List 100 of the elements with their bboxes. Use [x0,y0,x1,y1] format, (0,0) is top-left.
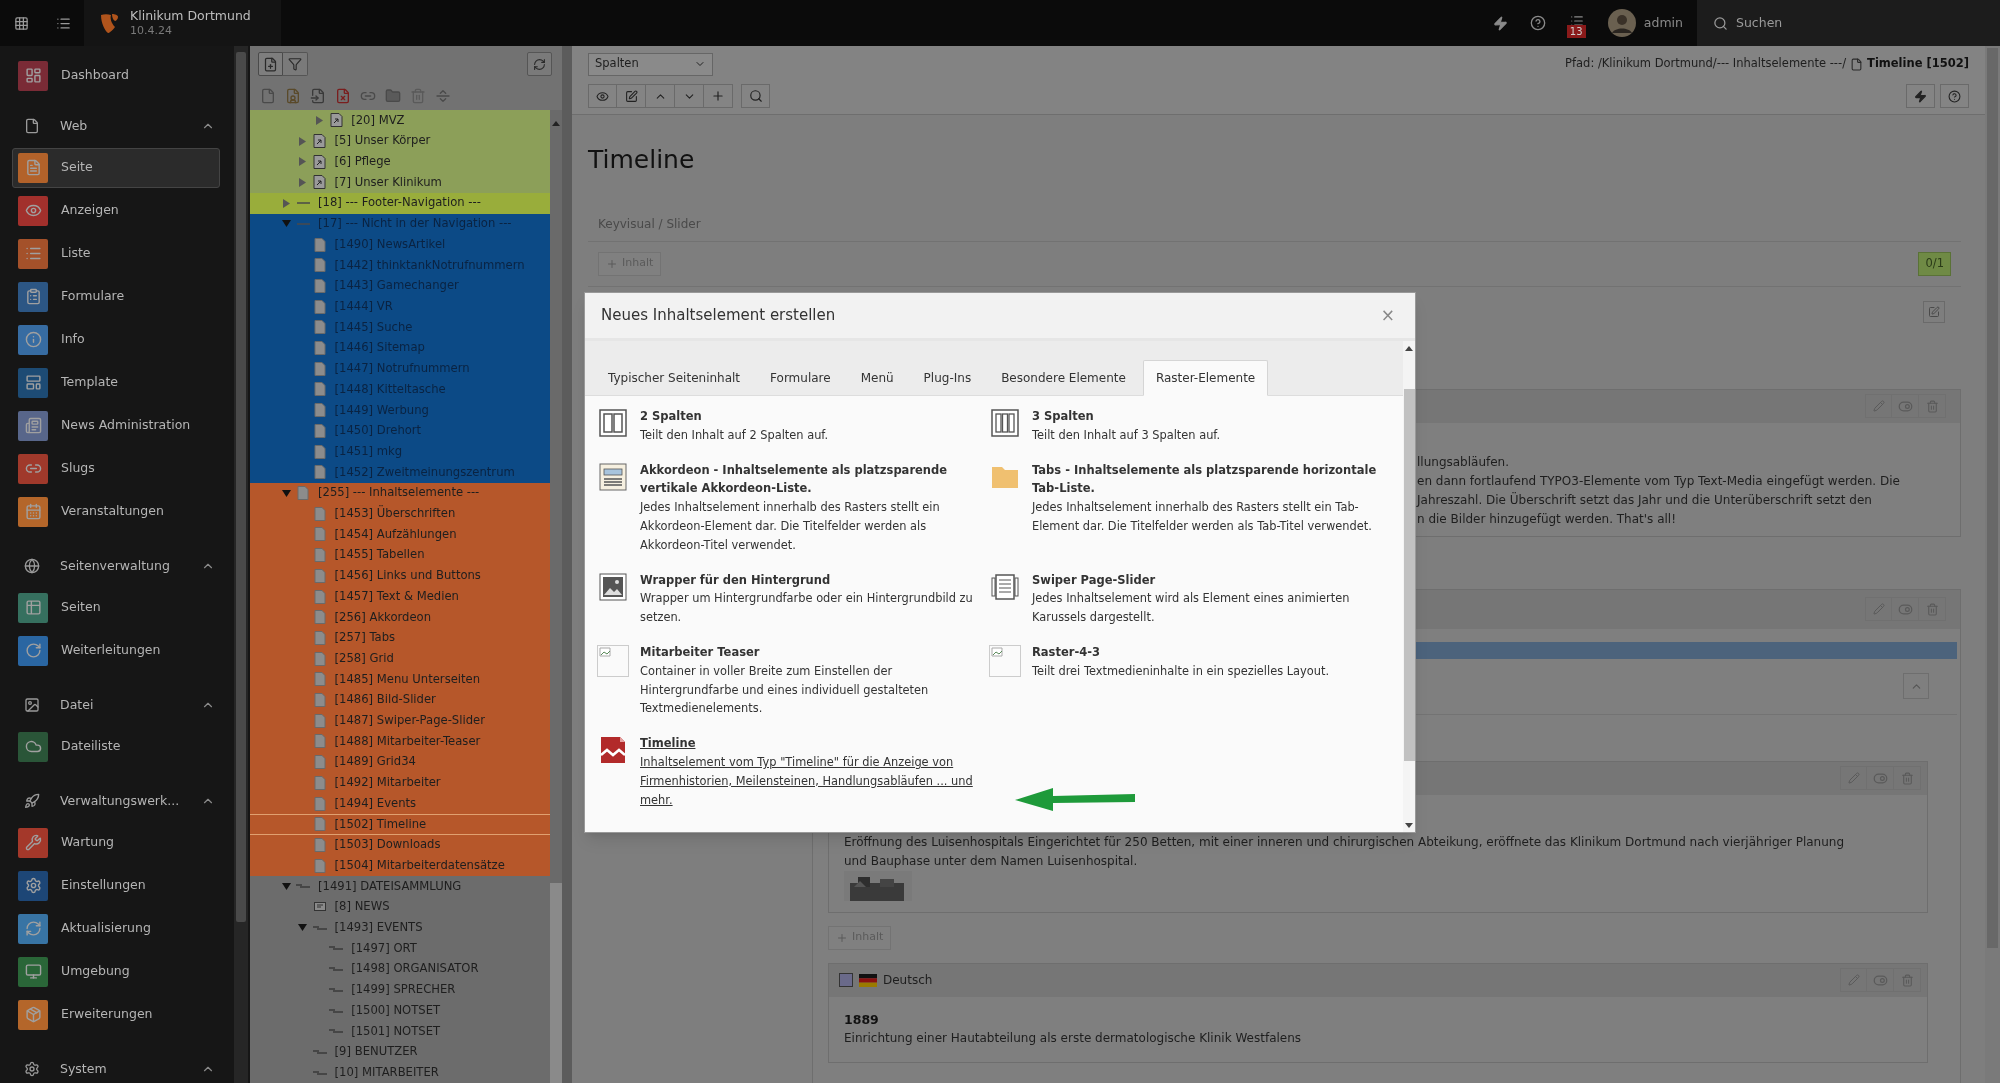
toggle-button[interactable] [1892,597,1919,621]
module-group-header[interactable]: Seitenverwaltung [12,546,220,586]
dialog-tab[interactable]: Formulare [757,360,844,396]
page-tree-node[interactable]: [5] Unser Körper [250,130,550,152]
module-group-header[interactable]: Web [12,106,220,146]
delete-button[interactable] [1919,597,1946,621]
module-menu-item[interactable]: Erweiterungen [12,994,220,1035]
module-menu-item[interactable]: Info [12,319,220,360]
collapsed-triangle-icon[interactable] [298,157,308,167]
scroll-up-icon[interactable] [1405,346,1413,351]
edit-page-button[interactable] [617,84,646,108]
page-tree-node[interactable]: [256] Akkordeon [250,606,550,628]
content-element-link[interactable]: Akkordeon - Inhaltselemente als platzsparende vertikale Akkordeon-Liste. Jedes Inhaltselement innerhalb des Rasters stellt ein Akkordeon-Element dar. Die Titelfelder werden als Akkordeon-Titel verwendet. [640,460,985,555]
content-element-link[interactable]: Mitarbeiter Teaser Container in voller Breite zum Einstellen der Hintergrundfarbe und eines individuell gestalteten Textmedienelements. [640,642,985,719]
close-button[interactable]: × [1376,307,1399,324]
page-tree-node[interactable]: [1492] Mitarbeiter [250,772,550,794]
content-element-link[interactable]: Timeline Inhaltselement vom Typ "Timeline" für die Anzeige von Firmenhistorien, Meilensteinen, Handlungsabläufen ... und mehr. [640,734,985,810]
module-menu-item[interactable]: Anzeigen [12,190,220,231]
module-menu-item[interactable]: News Administration [12,405,220,446]
edit-button[interactable] [1865,394,1892,418]
search-field[interactable]: Suchen [1697,0,2000,46]
page-tree-node[interactable]: [20] MVZ [250,110,550,131]
scrollbar-thumb[interactable] [236,52,246,922]
page-tree-node[interactable]: [1457] Text & Medien [250,586,550,607]
page-tree-node[interactable]: [255] --- Inhaltselemente --- [250,482,550,504]
module-menu-item[interactable]: Template [12,362,220,403]
module-menu-item[interactable]: Veranstaltungen [12,491,220,532]
module-group-header[interactable]: Datei [12,685,220,725]
module-menu-item[interactable]: Dashboard [12,59,220,92]
dialog-tab[interactable]: Typischer Seiteninhalt [595,360,754,396]
scrollbar-thumb[interactable] [550,883,562,1083]
expanded-triangle-icon[interactable] [281,219,291,229]
module-group-header[interactable]: System [12,1049,220,1083]
toggle-button[interactable] [1867,968,1894,992]
delete-button[interactable] [1919,394,1946,418]
page-tree-node[interactable]: [1485] Menu Unterseiten [250,669,550,690]
edit-button[interactable] [1840,766,1867,790]
module-menu-item[interactable]: Dateiliste [12,726,220,767]
collapsed-triangle-icon[interactable] [314,115,324,125]
module-menu-item[interactable]: Einstellungen [12,865,220,906]
page-tree-node[interactable]: [1504] Mitarbeiterdatensätze [250,855,550,876]
scrollbar-thumb[interactable] [1403,389,1415,761]
folder-icon[interactable] [385,88,401,104]
delete-button[interactable] [1894,968,1921,992]
toggle-button[interactable] [1867,766,1894,790]
page-tree-node[interactable]: [6] Pflege [250,151,550,173]
page-tree-node[interactable]: [1486] Bild-Slider [250,689,550,711]
flash-icon[interactable] [1492,15,1508,31]
collapse-button[interactable] [1903,673,1929,699]
backend-page-icon[interactable] [285,88,301,104]
module-menu-item[interactable]: Aktualisierung [12,908,220,949]
new-page-button[interactable] [258,52,283,76]
content-element-link[interactable]: Wrapper für den Hintergrund Wrapper um Hintergrundfarbe oder ein Hintergrundbild zu setzen. [640,570,985,627]
module-menu-item[interactable]: Umgebung [12,951,220,992]
edit-button[interactable] [1923,300,1945,323]
page-tree-node[interactable]: [257] Tabs [250,627,550,649]
module-menu-item[interactable]: Liste [12,233,220,274]
content-element-link[interactable]: Tabs - Inhaltselemente als platzsparende horizontale Tab-Liste. Jedes Inhaltselement innerhalb des Rasters stellt ein Tab-Element dar. Die Titelfelder werden als Tab-Titel verwendet. [1032,460,1377,555]
page-tree-node[interactable]: [1494] Events [250,793,550,814]
page-tree-node[interactable]: [1488] Mitarbeiter-Teaser [250,731,550,752]
page-tree-node[interactable]: [1502] Timeline [250,813,550,835]
column-select[interactable]: Spalten [588,52,713,76]
content-element-link[interactable]: 3 Spalten Teilt den Inhalt auf 3 Spalten auf. [1032,407,1377,445]
refresh-button[interactable] [527,52,552,76]
module-group-header[interactable]: Verwaltungswerk... [12,781,220,821]
filter-button[interactable] [283,52,308,76]
shortcut-page-icon[interactable] [310,88,326,104]
page-tree-node[interactable]: [258] Grid [250,648,550,669]
page-tree-node[interactable]: [1455] Tabellen [250,544,550,566]
content-element-link[interactable]: Swiper Page-Slider Jedes Inhaltselement wird als Element eines animierten Karussels dargestellt. [1032,570,1377,627]
page-tree-node[interactable]: [7] Unser Klinikum [250,172,550,193]
scroll-down-icon[interactable] [1405,823,1413,828]
avatar-icon[interactable] [1607,9,1636,37]
collapsed-triangle-icon[interactable] [298,136,308,146]
module-menu-item[interactable]: Weiterleitungen [12,630,220,671]
delete-button[interactable] [1894,766,1921,790]
page-tree-node[interactable]: [18] --- Footer-Navigation --- [250,192,550,214]
dialog-tab[interactable]: Menü [847,360,907,396]
view-page-button[interactable] [588,84,617,108]
page-tree-node[interactable]: [1487] Swiper-Page-Slider [250,710,550,732]
module-menu-item[interactable]: Wartung [12,822,220,863]
module-menu-item[interactable]: Seiten [12,587,220,628]
page-tree-node[interactable]: [1503] Downloads [250,834,550,856]
spacer-icon[interactable] [435,88,451,104]
collapsed-triangle-icon[interactable] [298,177,308,187]
page-tree-node[interactable]: [1456] Links und Buttons [250,565,550,587]
collapsed-triangle-icon[interactable] [281,198,291,208]
module-menu-item[interactable]: Slugs [12,448,220,489]
search-button[interactable] [741,84,770,108]
edit-button[interactable] [1840,968,1867,992]
trash-icon[interactable] [410,88,426,104]
edit-button[interactable] [1865,597,1892,621]
dialog-tab[interactable]: Besondere Elemente [988,360,1139,396]
module-menu-item[interactable]: Formulare [12,276,220,317]
page-tree-node[interactable]: [1453] Überschriften [250,503,550,525]
dialog-tab[interactable]: Raster-Elemente [1142,360,1269,396]
new-content-button[interactable] [704,84,733,108]
content-element-link[interactable]: 2 Spalten Teilt den Inhalt auf 2 Spalten auf. [640,407,985,445]
module-menu-item[interactable]: Seite [12,147,220,188]
page-tree-node[interactable]: [1489] Grid34 [250,751,550,773]
